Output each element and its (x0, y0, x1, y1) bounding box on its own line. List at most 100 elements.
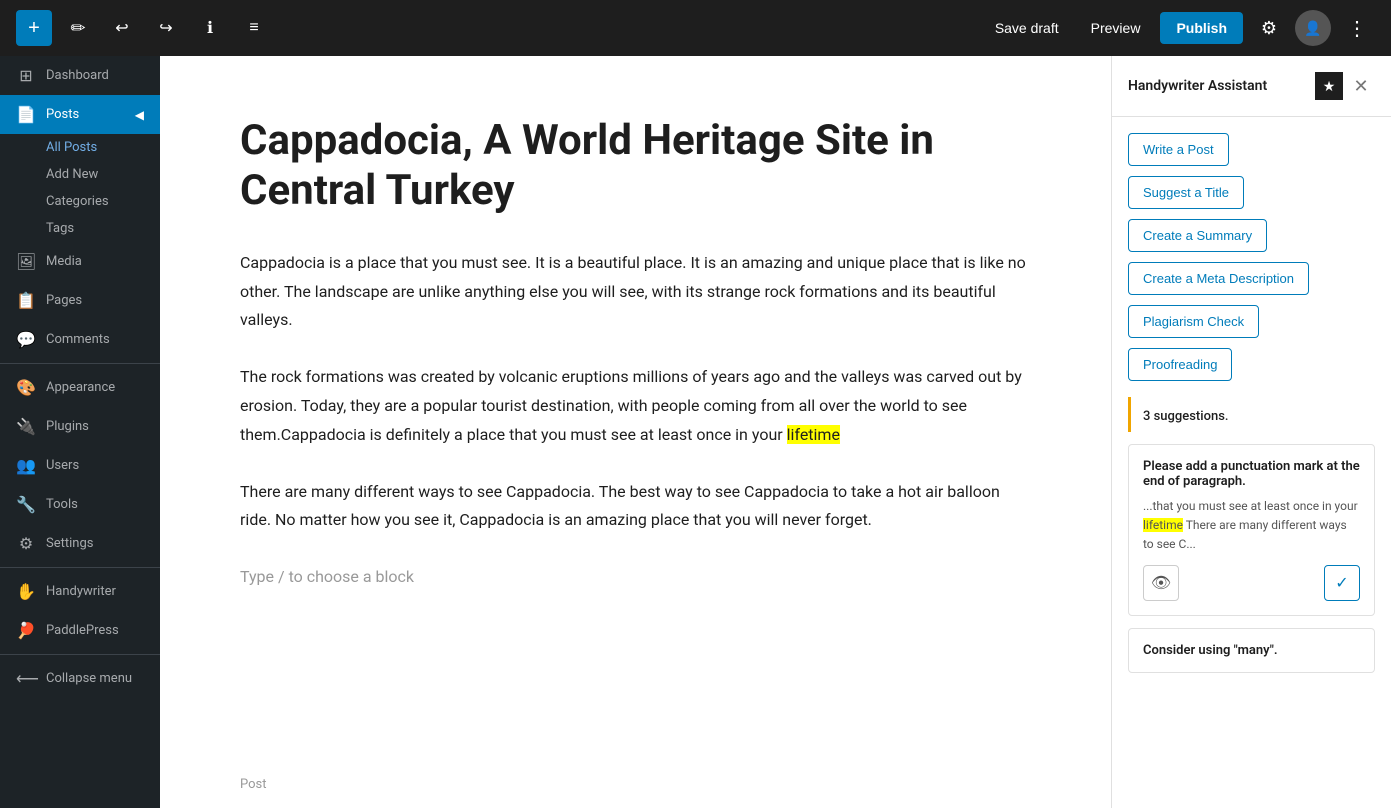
add-new-label: Add New (46, 167, 98, 182)
separator3 (0, 654, 160, 655)
sidebar-item-handywriter[interactable]: ✋ Handywriter (0, 572, 160, 611)
create-meta-button[interactable]: Create a Meta Description (1128, 262, 1309, 295)
suggestions-count: 3 suggestions. (1143, 409, 1229, 424)
sidebar-item-pages[interactable]: 📋 Pages (0, 281, 160, 320)
list-view-button[interactable]: ≡ (236, 10, 272, 46)
plugins-icon: 🔌 (16, 417, 36, 436)
suggestion-accept-button[interactable]: ✓ (1324, 565, 1360, 601)
suggestions-bar: 3 suggestions. (1128, 397, 1375, 432)
sidebar-subitem-add-new[interactable]: Add New (0, 161, 160, 188)
dashboard-icon: ⊞ (16, 66, 36, 85)
toolbar: + ✏ ↩ ↪ ℹ ≡ Save draft Preview Publish ⚙… (0, 0, 1391, 56)
sidebar-item-users-label: Users (46, 458, 79, 473)
sidebar-item-media-label: Media (46, 254, 82, 269)
create-summary-button[interactable]: Create a Summary (1128, 219, 1267, 252)
block-placeholder[interactable]: Type / to choose a block (240, 563, 1031, 592)
separator1 (0, 363, 160, 364)
sidebar-item-paddlepress[interactable]: 🏓 PaddlePress (0, 611, 160, 650)
post-footer: Post (240, 777, 267, 792)
right-panel: Handywriter Assistant ★ ✕ Write a Post S… (1111, 56, 1391, 808)
avatar-button[interactable]: 👤 (1295, 10, 1331, 46)
sidebar-item-appearance[interactable]: 🎨 Appearance (0, 368, 160, 407)
toolbar-right: Save draft Preview Publish ⚙ 👤 ⋮ (983, 10, 1375, 46)
collapse-icon: ⟵ (16, 669, 36, 688)
settings-icon: ⚙ (16, 534, 36, 553)
posts-icon: 📄 (16, 105, 36, 124)
sidebar-item-tools[interactable]: 🔧 Tools (0, 485, 160, 524)
sidebar-item-users[interactable]: 👥 Users (0, 446, 160, 485)
sidebar-item-collapse-label: Collapse menu (46, 671, 132, 686)
paragraph-3: There are many different ways to see Cap… (240, 478, 1031, 536)
post-title[interactable]: Cappadocia, A World Heritage Site in Cen… (240, 116, 1031, 217)
categories-label: Categories (46, 194, 109, 209)
suggestion-1-excerpt: ...that you must see at least once in yo… (1143, 497, 1360, 555)
edit-mode-button[interactable]: ✏ (60, 10, 96, 46)
more-options-button[interactable]: ⋮ (1339, 10, 1375, 46)
editor-area[interactable]: Cappadocia, A World Heritage Site in Cen… (160, 56, 1111, 808)
main-layout: ⊞ Dashboard 📄 Posts ◀ All Posts Add New … (0, 56, 1391, 808)
sidebar-item-plugins[interactable]: 🔌 Plugins (0, 407, 160, 446)
plagiarism-check-button[interactable]: Plagiarism Check (1128, 305, 1259, 338)
tools-icon: 🔧 (16, 495, 36, 514)
all-posts-label: All Posts (46, 140, 97, 155)
sidebar-item-comments-label: Comments (46, 332, 110, 347)
sidebar-item-appearance-label: Appearance (46, 380, 115, 395)
sidebar-item-collapse[interactable]: ⟵ Collapse menu (0, 659, 160, 698)
preview-button[interactable]: Preview (1079, 14, 1153, 42)
panel-star-button[interactable]: ★ (1315, 72, 1343, 100)
sidebar-item-paddlepress-label: PaddlePress (46, 623, 119, 638)
pages-icon: 📋 (16, 291, 36, 310)
paddlepress-icon: 🏓 (16, 621, 36, 640)
panel-header-actions: ★ ✕ (1315, 72, 1375, 100)
tags-label: Tags (46, 221, 74, 236)
sidebar-subitem-categories[interactable]: Categories (0, 188, 160, 215)
suggestion-eye-button[interactable]: 👁 (1143, 565, 1179, 601)
panel-title: Handywriter Assistant (1128, 78, 1267, 94)
users-icon: 👥 (16, 456, 36, 475)
redo-button[interactable]: ↪ (148, 10, 184, 46)
sidebar-item-dashboard[interactable]: ⊞ Dashboard (0, 56, 160, 95)
panel-buttons: Write a Post Suggest a Title Create a Su… (1112, 117, 1391, 397)
publish-button[interactable]: Publish (1160, 12, 1243, 44)
sidebar: ⊞ Dashboard 📄 Posts ◀ All Posts Add New … (0, 56, 160, 808)
paragraph-2: The rock formations was created by volca… (240, 363, 1031, 449)
sidebar-item-comments[interactable]: 💬 Comments (0, 320, 160, 359)
sidebar-item-pages-label: Pages (46, 293, 82, 308)
panel-close-button[interactable]: ✕ (1347, 72, 1375, 100)
proofreading-button[interactable]: Proofreading (1128, 348, 1232, 381)
sidebar-item-tools-label: Tools (46, 497, 78, 512)
panel-header: Handywriter Assistant ★ ✕ (1112, 56, 1391, 117)
highlighted-word: lifetime (787, 425, 840, 444)
write-post-button[interactable]: Write a Post (1128, 133, 1229, 166)
sidebar-item-plugins-label: Plugins (46, 419, 89, 434)
info-button[interactable]: ℹ (192, 10, 228, 46)
suggestion-card-1: Please add a punctuation mark at the end… (1128, 444, 1375, 616)
sidebar-item-settings[interactable]: ⚙ Settings (0, 524, 160, 563)
sidebar-item-settings-label: Settings (46, 536, 93, 551)
consider-title: Consider using "many". (1143, 643, 1360, 658)
undo-button[interactable]: ↩ (104, 10, 140, 46)
sidebar-item-posts-label: Posts (46, 107, 79, 122)
separator2 (0, 567, 160, 568)
sidebar-item-handywriter-label: Handywriter (46, 584, 116, 599)
suggestion-1-title: Please add a punctuation mark at the end… (1143, 459, 1360, 489)
save-draft-button[interactable]: Save draft (983, 14, 1071, 42)
handywriter-icon: ✋ (16, 582, 36, 601)
media-icon: 🖼 (16, 252, 36, 271)
sidebar-item-posts[interactable]: 📄 Posts ◀ (0, 95, 160, 134)
sidebar-item-dashboard-label: Dashboard (46, 68, 109, 83)
appearance-icon: 🎨 (16, 378, 36, 397)
post-body: Cappadocia is a place that you must see.… (240, 249, 1031, 592)
paragraph-1: Cappadocia is a place that you must see.… (240, 249, 1031, 335)
suggest-title-button[interactable]: Suggest a Title (1128, 176, 1244, 209)
settings-button[interactable]: ⚙ (1251, 10, 1287, 46)
suggestion-1-actions: 👁 ✓ (1143, 565, 1360, 601)
sidebar-item-media[interactable]: 🖼 Media (0, 242, 160, 281)
proofreading-section: 3 suggestions. Please add a punctuation … (1112, 397, 1391, 689)
sidebar-subitem-tags[interactable]: Tags (0, 215, 160, 242)
add-block-button[interactable]: + (16, 10, 52, 46)
toolbar-left: + ✏ ↩ ↪ ℹ ≡ (16, 10, 272, 46)
consider-card: Consider using "many". (1128, 628, 1375, 673)
sidebar-subitem-all-posts[interactable]: All Posts (0, 134, 160, 161)
suggestion-highlight: lifetime (1143, 518, 1183, 532)
